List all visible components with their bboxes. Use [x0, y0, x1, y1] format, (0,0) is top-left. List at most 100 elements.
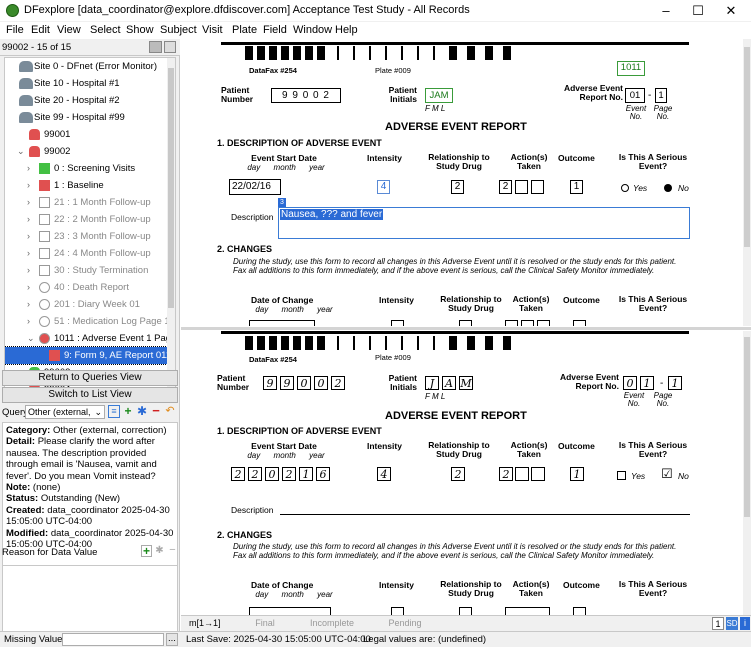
- menu-plate[interactable]: Plate: [232, 24, 257, 36]
- tree-item[interactable]: Site 99 - Hospital #99: [5, 109, 173, 126]
- chevron-right-icon[interactable]: ›: [27, 160, 30, 177]
- tree-item[interactable]: Site 10 - Hospital #1: [5, 75, 173, 92]
- change-action-field-1[interactable]: [505, 320, 518, 326]
- reason-asterisk-icon[interactable]: ✱: [154, 545, 165, 557]
- image-pane-scrollbar[interactable]: [743, 331, 751, 615]
- close-button[interactable]: ✕: [716, 2, 746, 20]
- info-icon[interactable]: i: [740, 617, 750, 630]
- delete-query-icon[interactable]: −: [150, 404, 162, 418]
- menu-field[interactable]: Field: [263, 24, 287, 36]
- tree-item[interactable]: 99001: [5, 126, 173, 143]
- list-icon[interactable]: ≡: [108, 405, 120, 418]
- start-date-field[interactable]: 22/02/16: [229, 179, 281, 195]
- undo-icon[interactable]: ↶: [164, 405, 176, 418]
- patient-number-field[interactable]: 9 9 0 0 2: [271, 88, 341, 103]
- change-date-field[interactable]: [249, 320, 315, 326]
- change-outcome-field[interactable]: [573, 320, 586, 326]
- tree-item[interactable]: › 1 : Baseline: [5, 177, 173, 194]
- serious-no-radio[interactable]: [664, 184, 672, 192]
- chevron-right-icon[interactable]: ›: [27, 211, 30, 228]
- tree-item[interactable]: › 23 : 3 Month Follow-up: [5, 228, 173, 245]
- serious-yes-radio[interactable]: [621, 184, 629, 192]
- menu-show[interactable]: Show: [126, 24, 154, 36]
- tree-item[interactable]: › 40 : Death Report: [5, 279, 173, 296]
- image-plate-number: Plate #009: [375, 353, 411, 362]
- chevron-right-icon[interactable]: ›: [27, 262, 30, 279]
- tree-item[interactable]: ⌄ 99002: [5, 143, 173, 160]
- tree-scrollbar[interactable]: [167, 58, 175, 402]
- add-reason-icon[interactable]: +: [141, 545, 152, 557]
- image-col-serious: Is This A Serious Event?: [618, 440, 688, 459]
- pane-splitter[interactable]: [181, 327, 751, 330]
- asterisk-icon[interactable]: ✱: [136, 405, 148, 418]
- chevron-right-icon[interactable]: ›: [27, 296, 30, 313]
- action-field-1[interactable]: 2: [499, 180, 512, 194]
- patient-initials-field[interactable]: JAM: [425, 88, 453, 103]
- return-to-queries-button[interactable]: Return to Queries View: [2, 370, 178, 386]
- action-field-2[interactable]: [515, 180, 528, 194]
- chevron-right-icon[interactable]: ›: [27, 228, 30, 245]
- change-intensity-field[interactable]: [391, 320, 404, 326]
- chevron-right-icon[interactable]: ›: [27, 177, 30, 194]
- document-area: DataFax #254 Plate #009 1011 Patient Num…: [181, 39, 751, 615]
- query-type-select[interactable]: Other (external, ⌄: [25, 405, 105, 419]
- add-query-icon[interactable]: +: [122, 405, 134, 418]
- change-action-field-2[interactable]: [521, 320, 534, 326]
- chevron-down-icon[interactable]: ⌄: [17, 143, 25, 160]
- badge-1[interactable]: 1: [712, 617, 724, 630]
- tree-item[interactable]: › 0 : Screening Visits: [5, 160, 173, 177]
- pending-button[interactable]: Pending: [373, 617, 437, 630]
- chevron-right-icon[interactable]: ›: [27, 279, 30, 296]
- description-field[interactable]: Nausea, ??? and fever: [278, 207, 690, 239]
- maximize-button[interactable]: ☐: [683, 2, 713, 20]
- calendar-icon[interactable]: [149, 41, 162, 53]
- panel-toggle-icon[interactable]: [164, 41, 176, 53]
- final-button[interactable]: Final: [241, 617, 289, 630]
- minimize-button[interactable]: –: [651, 2, 681, 20]
- menu-help[interactable]: Help: [335, 24, 358, 36]
- chevron-right-icon[interactable]: ›: [27, 245, 30, 262]
- tree-item[interactable]: › 201 : Diary Week 01: [5, 296, 173, 313]
- menu-visit[interactable]: Visit: [202, 24, 223, 36]
- circle-icon: [39, 299, 50, 310]
- patient-initials-label: Patient Initials: [388, 85, 417, 104]
- missing-value-button[interactable]: ...: [166, 633, 178, 646]
- tree-item[interactable]: › 24 : 4 Month Follow-up: [5, 245, 173, 262]
- tree-item[interactable]: › 51 : Medication Log Page 1: [5, 313, 173, 330]
- chevron-right-icon[interactable]: ›: [27, 194, 30, 211]
- chevron-down-icon[interactable]: ⌄: [27, 330, 35, 347]
- tree-item-label: 23 : 3 Month Follow-up: [54, 231, 151, 242]
- intensity-field[interactable]: 4: [377, 180, 390, 194]
- action-field-3[interactable]: [531, 180, 544, 194]
- badge-sd[interactable]: SD: [726, 617, 738, 630]
- incomplete-button[interactable]: Incomplete: [297, 617, 367, 630]
- menu-subject[interactable]: Subject: [160, 24, 197, 36]
- change-action-field-3[interactable]: [537, 320, 550, 326]
- missing-value-input[interactable]: [62, 633, 164, 646]
- ae-page-field[interactable]: 1: [655, 88, 667, 103]
- ae-event-field[interactable]: 01: [625, 88, 645, 103]
- tree-item[interactable]: ⌄ 1011 : Adverse Event 1 Page 1: [5, 330, 175, 347]
- tree-item[interactable]: › 30 : Study Termination: [5, 262, 173, 279]
- missing-value-label: Missing Value: [4, 634, 63, 645]
- remove-reason-icon[interactable]: −: [167, 545, 178, 557]
- tree-item[interactable]: Site 20 - Hospital #2: [5, 92, 173, 109]
- tree-item[interactable]: › 22 : 2 Month Follow-up: [5, 211, 173, 228]
- outcome-field[interactable]: 1: [570, 180, 583, 194]
- relationship-field[interactable]: 2: [451, 180, 464, 194]
- description-label: Description: [231, 212, 274, 222]
- change-relationship-field[interactable]: [459, 320, 472, 326]
- menu-view[interactable]: View: [57, 24, 81, 36]
- menu-edit[interactable]: Edit: [31, 24, 50, 36]
- menu-file[interactable]: File: [6, 24, 24, 36]
- tree-item[interactable]: › 21 : 1 Month Follow-up: [5, 194, 173, 211]
- menu-window[interactable]: Window: [293, 24, 332, 36]
- chevron-right-icon[interactable]: ›: [27, 313, 30, 330]
- switch-to-list-button[interactable]: Switch to List View: [2, 387, 178, 403]
- col-start-date: Event Start Date: [251, 153, 317, 163]
- tree-item[interactable]: 9: Form 9, AE Report 011: [5, 346, 174, 365]
- menu-select[interactable]: Select: [90, 24, 121, 36]
- top-pane-scrollbar[interactable]: [743, 39, 751, 326]
- tree-item[interactable]: Site 0 - DFnet (Error Monitor): [5, 58, 173, 75]
- plate-field[interactable]: 1011: [617, 61, 645, 76]
